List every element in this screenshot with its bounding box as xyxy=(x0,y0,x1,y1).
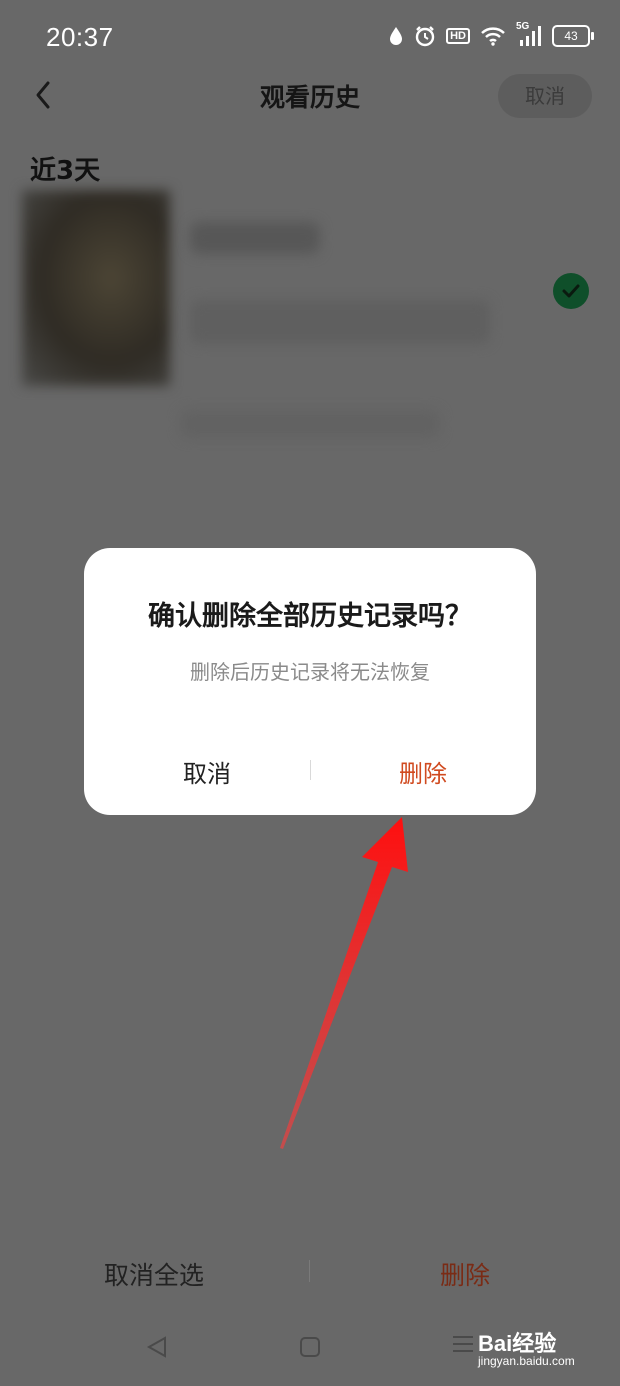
cancel-select-all-button[interactable]: 取消全选 xyxy=(84,1256,224,1292)
dialog-title: 确认删除全部历史记录吗？ xyxy=(148,601,472,632)
menu-lines-icon xyxy=(453,1336,473,1352)
status-time: 20:37 xyxy=(46,22,114,52)
dialog-cancel-button[interactable]: 取消 xyxy=(152,754,262,789)
item-title-placeholder xyxy=(190,222,320,254)
selected-check-icon[interactable] xyxy=(553,273,589,309)
dialog-delete-button[interactable]: 删除 xyxy=(368,754,478,789)
battery-icon: 43 xyxy=(552,25,594,47)
watermark: Bai经验 jingyan.baidu.com xyxy=(452,1322,592,1372)
bottom-action-bar: 取消全选 删除 xyxy=(0,1238,620,1308)
section-header: 近3天 xyxy=(30,156,101,186)
bottom-divider xyxy=(309,1260,310,1282)
item-meta-placeholder xyxy=(190,300,490,344)
nav-cancel-button[interactable]: 取消 xyxy=(498,74,592,118)
nav-bar: 观看历史 取消 xyxy=(0,70,620,122)
bottom-delete-button[interactable]: 删除 xyxy=(412,1256,518,1292)
water-drop-icon xyxy=(390,27,403,45)
watermark-url: jingyan.baidu.com xyxy=(478,1354,575,1368)
signal-icon: 5G xyxy=(516,21,542,47)
dialog-divider xyxy=(310,760,311,780)
screen: 20:37 HD 5G 43 观看历史 取消 近3天 确认删除全部历史记录吗？ … xyxy=(0,0,620,1386)
confirm-dialog: 确认删除全部历史记录吗？ 删除后历史记录将无法恢复 取消 删除 xyxy=(84,548,536,815)
nav-home-icon[interactable] xyxy=(299,1336,321,1358)
signal-bars xyxy=(520,26,541,46)
item-extra-placeholder xyxy=(180,410,440,438)
video-thumbnail xyxy=(22,190,170,386)
alarm-icon xyxy=(415,26,435,47)
nav-back-icon[interactable] xyxy=(145,1335,169,1359)
hd-icon: HD xyxy=(446,28,470,44)
checkmark-icon xyxy=(562,284,580,298)
wifi-icon xyxy=(481,27,505,46)
status-icons: HD 5G 43 xyxy=(388,21,594,47)
status-bar: 20:37 HD 5G 43 xyxy=(0,0,620,70)
dialog-message: 删除后历史记录将无法恢复 xyxy=(190,660,430,684)
